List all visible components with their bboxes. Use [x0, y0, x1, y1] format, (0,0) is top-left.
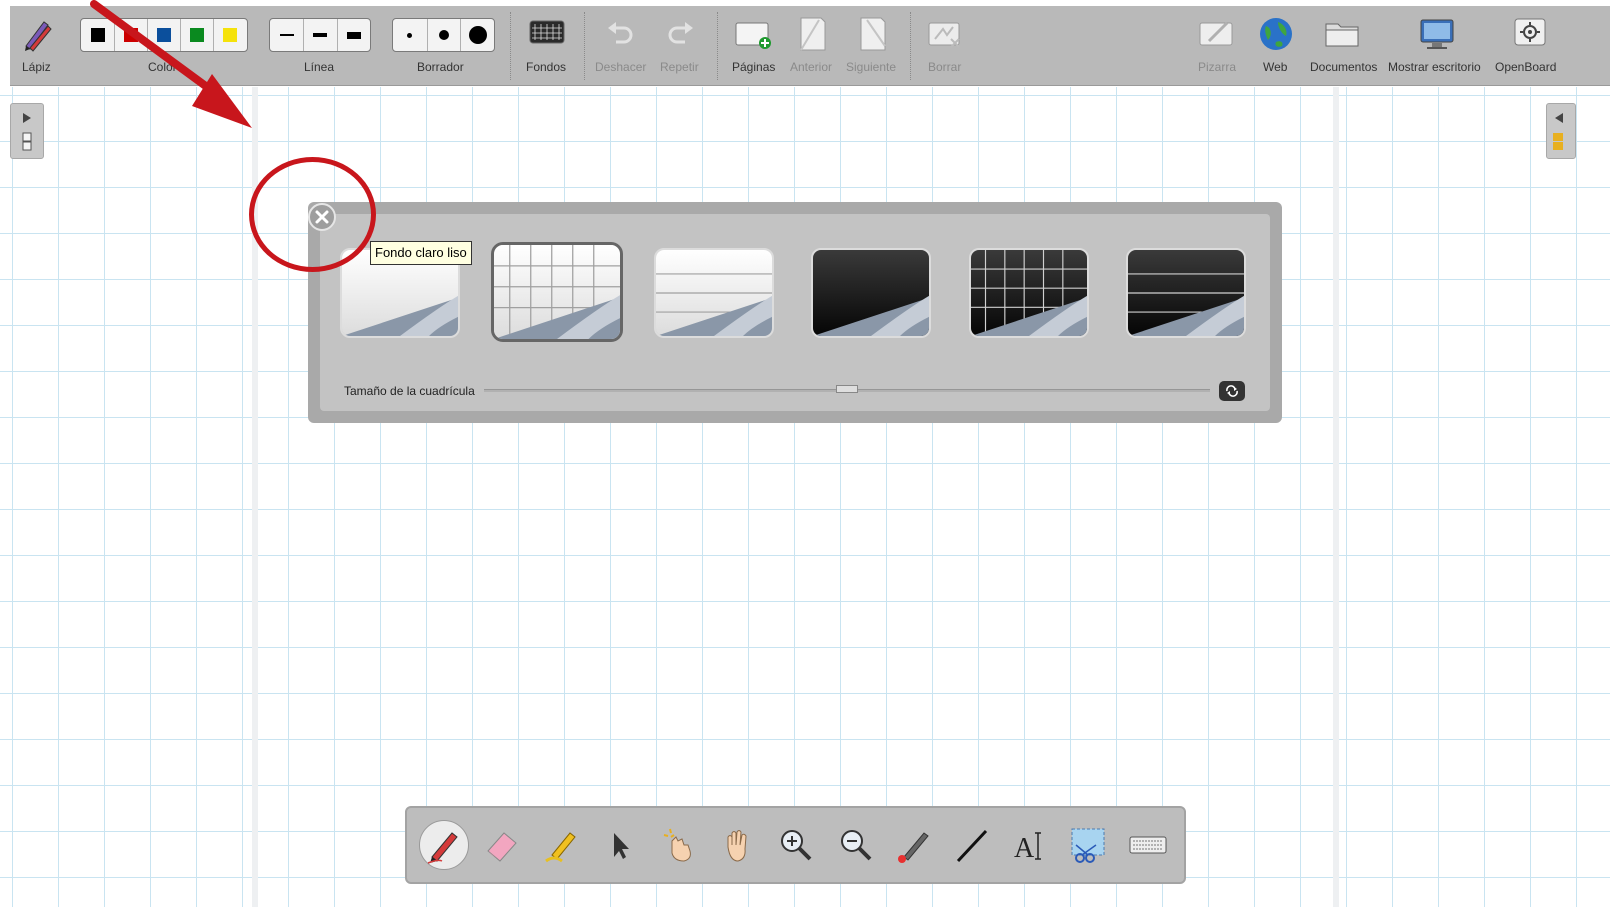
toolbar-separator [717, 12, 718, 80]
documents-mode-button[interactable]: Documentos [1308, 6, 1378, 86]
reset-grid-size-button[interactable] [1219, 381, 1245, 401]
folder-icon [1323, 14, 1363, 54]
pen-tool-button[interactable]: Lápiz [18, 6, 58, 86]
line-medium[interactable] [303, 19, 336, 51]
capture-icon [1071, 828, 1105, 863]
stylus-keyboard-button[interactable] [1123, 820, 1173, 870]
stylus-laser-button[interactable] [889, 820, 939, 870]
eraser-large[interactable] [460, 19, 494, 51]
line-icon [956, 829, 988, 863]
annotation-circle [249, 157, 376, 272]
background-dark-lined[interactable] [1126, 248, 1246, 338]
pages-button[interactable]: Páginas [728, 6, 778, 86]
next-page-button[interactable]: Siguiente [844, 6, 900, 86]
left-palette-toggle[interactable] [10, 103, 44, 159]
background-light-grid[interactable] [491, 242, 623, 342]
zoom-out-icon [841, 830, 872, 861]
zoom-in-icon [781, 830, 812, 861]
refresh-icon [1226, 385, 1238, 397]
redo-button[interactable]: Repetir [658, 6, 704, 86]
redo-icon [661, 14, 701, 54]
text-icon: A [1014, 832, 1041, 864]
stylus-zoom-out-button[interactable] [831, 820, 881, 870]
stylus-pen-button[interactable] [419, 820, 469, 870]
stylus-zoom-in-button[interactable] [771, 820, 821, 870]
board-icon [1197, 14, 1237, 54]
background-tooltip: Fondo claro liso [370, 241, 472, 265]
pen-icon [18, 14, 58, 54]
eraser-icon [487, 832, 517, 862]
grid-size-label: Tamaño de la cuadrícula [344, 384, 475, 398]
background-dark-grid[interactable] [969, 248, 1089, 338]
stylus-selector-button[interactable] [595, 820, 645, 870]
undo-button[interactable]: Deshacer [595, 6, 647, 86]
whiteboard-mode-label: Pizarra [1198, 60, 1237, 74]
openboard-menu-button[interactable]: OpenBoard [1495, 6, 1565, 86]
background-dark-plain[interactable] [811, 248, 931, 338]
stylus-text-button[interactable]: A [1005, 820, 1055, 870]
previous-page-icon [792, 14, 832, 54]
toolbar-separator [584, 12, 585, 80]
clear-label: Borrar [928, 60, 962, 74]
monitor-icon [1417, 14, 1457, 54]
line-thin[interactable] [270, 19, 303, 51]
previous-page-button[interactable]: Anterior [787, 6, 837, 86]
toolbar-separator [910, 12, 911, 80]
marker-icon [545, 832, 576, 863]
globe-icon [1256, 14, 1296, 54]
clear-page-icon [925, 14, 965, 54]
toolbar-separator [510, 12, 511, 80]
backgrounds-button[interactable]: Fondos [523, 6, 571, 86]
backgrounds-label: Fondos [526, 60, 567, 74]
pages-label: Páginas [732, 60, 776, 74]
background-light-lined[interactable] [654, 248, 774, 338]
next-page-icon [852, 14, 892, 54]
grid-size-slider[interactable] [484, 385, 1210, 393]
stylus-hand-button[interactable] [713, 820, 763, 870]
openboard-menu-label: OpenBoard [1495, 60, 1557, 74]
stylus-eraser-button[interactable] [477, 820, 527, 870]
expand-right-icon [1553, 113, 1563, 150]
grid-size-slider-handle[interactable] [836, 385, 858, 393]
stylus-play-button[interactable] [653, 820, 703, 870]
web-mode-label: Web [1263, 60, 1288, 74]
backgrounds-icon [527, 14, 567, 54]
undo-label: Deshacer [595, 60, 647, 74]
expand-left-icon [22, 113, 32, 151]
stylus-palette: A [405, 806, 1186, 884]
board-right-border [1333, 87, 1339, 907]
undo-icon [600, 14, 640, 54]
eraser-label: Borrador [417, 60, 464, 74]
line-label: Línea [304, 60, 335, 74]
previous-page-label: Anterior [790, 60, 833, 74]
whiteboard-mode-button[interactable]: Pizarra [1192, 6, 1242, 86]
right-palette-toggle[interactable] [1546, 103, 1576, 159]
add-page-icon [733, 14, 773, 54]
selector-icon [614, 833, 629, 859]
documents-mode-label: Documentos [1310, 60, 1378, 74]
line-width-group [269, 18, 371, 52]
stylus-capture-button[interactable] [1063, 820, 1113, 870]
show-desktop-button[interactable]: Mostrar escritorio [1387, 6, 1487, 86]
keyboard-icon [1129, 836, 1167, 854]
settings-icon [1510, 14, 1550, 54]
svg-text:A: A [1014, 833, 1035, 864]
eraser-medium[interactable] [426, 19, 461, 51]
stylus-line-button[interactable] [947, 820, 997, 870]
next-page-label: Siguiente [846, 60, 897, 74]
annotation-arrow [90, 0, 252, 128]
redo-label: Repetir [660, 60, 699, 74]
pen-icon [427, 832, 458, 864]
line-thick[interactable] [336, 19, 370, 51]
eraser-small[interactable] [393, 19, 427, 51]
hand-icon [727, 830, 747, 862]
web-mode-button[interactable]: Web [1254, 6, 1298, 86]
clear-button[interactable]: Borrar [922, 6, 968, 86]
stylus-marker-button[interactable] [537, 820, 587, 870]
show-desktop-label: Mostrar escritorio [1388, 60, 1481, 74]
eraser-size-group [392, 18, 495, 52]
pen-label: Lápiz [22, 60, 51, 74]
play-icon [663, 828, 691, 862]
laser-pointer-icon [898, 832, 929, 863]
